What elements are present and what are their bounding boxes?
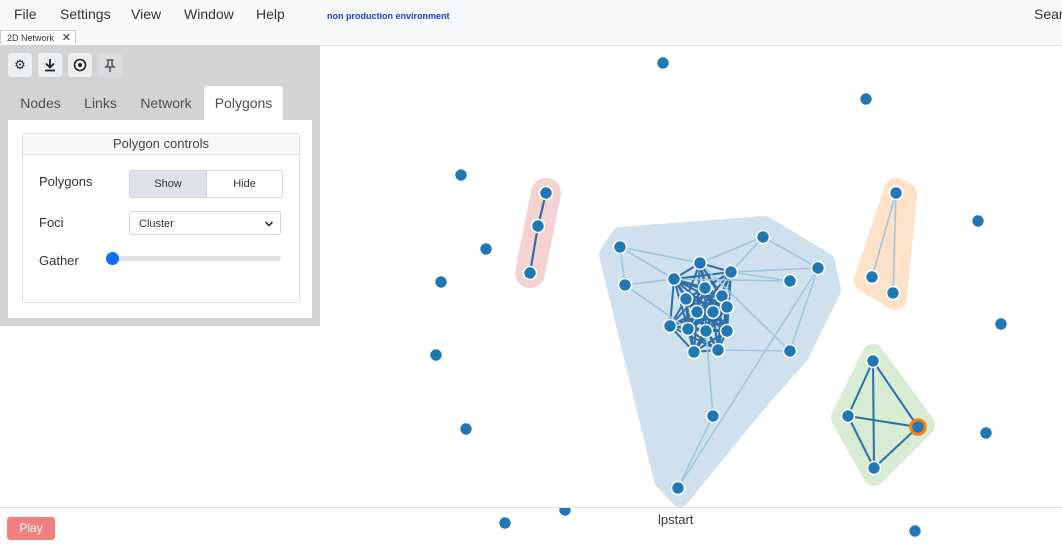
pin-button[interactable] [98,53,122,77]
hide-button[interactable]: Hide [207,171,282,197]
node[interactable] [689,304,705,320]
environment-label: non production environment [327,11,450,21]
polygons-toggle: Show Hide [129,170,283,198]
node[interactable] [698,323,714,339]
foci-label: Foci [39,215,64,230]
node[interactable] [782,343,798,359]
node[interactable] [719,299,735,315]
tab-polygons[interactable]: Polygons [204,86,283,120]
foci-value: Cluster [139,218,174,230]
gear-icon: ⚙ [14,57,26,72]
node[interactable] [888,185,904,201]
card-title: Polygon controls [23,134,299,155]
node[interactable] [692,255,708,271]
gather-label: Gather [39,253,79,268]
tab-links[interactable]: Links [73,86,128,120]
timeline-node-label: lpstart [658,512,694,527]
target-icon [73,58,87,72]
document-tab-bar: 2D Network ✕ [0,30,1062,46]
node[interactable] [885,285,901,301]
node[interactable] [865,353,881,369]
tab-nodes[interactable]: Nodes [8,86,73,120]
network-graph[interactable] [320,45,1062,507]
node[interactable] [719,323,735,339]
node[interactable] [705,408,721,424]
menu-file[interactable]: File [14,6,37,22]
node[interactable] [810,260,826,276]
polygon-controls-card: Polygon controls Polygons Show Hide Foci… [22,133,300,303]
foci-select[interactable]: Cluster [129,211,281,235]
node[interactable] [522,265,538,281]
node[interactable] [433,274,449,290]
node[interactable] [697,280,713,296]
node[interactable] [617,277,633,293]
network-link [872,360,875,469]
node[interactable] [538,185,554,201]
node[interactable] [680,321,696,337]
node[interactable] [458,421,474,437]
node[interactable] [864,269,880,285]
polygons-tab-content: Polygon controls Polygons Show Hide Foci… [8,120,312,318]
pin-icon [104,59,116,72]
network-link [717,349,791,352]
menu-settings[interactable]: Settings [60,6,111,22]
node[interactable] [755,229,771,245]
node[interactable] [662,318,678,334]
menu-view[interactable]: View [131,6,161,22]
node[interactable] [866,460,882,476]
node[interactable] [993,316,1009,332]
node[interactable] [840,408,856,424]
chevron-down-icon [264,212,274,246]
gather-slider-track[interactable] [111,256,281,261]
node[interactable] [907,523,923,539]
menu-window[interactable]: Window [184,6,234,22]
node[interactable] [858,91,874,107]
node[interactable] [557,508,573,518]
timeline-footer: Play lpstart [0,507,1062,550]
settings-button[interactable]: ⚙ [8,53,32,77]
node[interactable] [782,273,798,289]
node[interactable] [666,271,682,287]
node[interactable] [723,264,739,280]
tab-2d-network[interactable]: 2D Network ✕ [0,30,76,44]
node[interactable] [686,344,702,360]
close-icon[interactable]: ✕ [62,31,71,45]
node[interactable] [970,213,986,229]
node[interactable] [655,55,671,71]
settings-panel: ⚙ Nodes Links Network Polygons Polygon c… [0,45,320,326]
tab-network[interactable]: Network [128,86,204,120]
download-icon [45,59,55,72]
node[interactable] [978,425,994,441]
node[interactable] [530,218,546,234]
node[interactable] [428,347,444,363]
polygons-label: Polygons [39,174,93,189]
node[interactable] [705,304,721,320]
cluster-hull-blue [599,216,841,507]
target-button[interactable] [68,53,92,77]
download-button[interactable] [38,53,62,77]
menu-help[interactable]: Help [256,6,285,22]
node[interactable] [710,342,726,358]
show-button[interactable]: Show [130,171,207,197]
node[interactable] [478,241,494,257]
node[interactable] [670,480,686,496]
node[interactable] [497,515,513,531]
node[interactable] [612,239,628,255]
menu-bar: File Settings View Window Help non produ… [0,0,1062,30]
node[interactable] [453,167,469,183]
tab-label: 2D Network [7,33,55,43]
search-link[interactable]: Search [1034,6,1062,22]
play-button[interactable]: Play [7,517,55,540]
gather-slider-thumb[interactable] [106,252,119,265]
node[interactable] [678,291,694,307]
